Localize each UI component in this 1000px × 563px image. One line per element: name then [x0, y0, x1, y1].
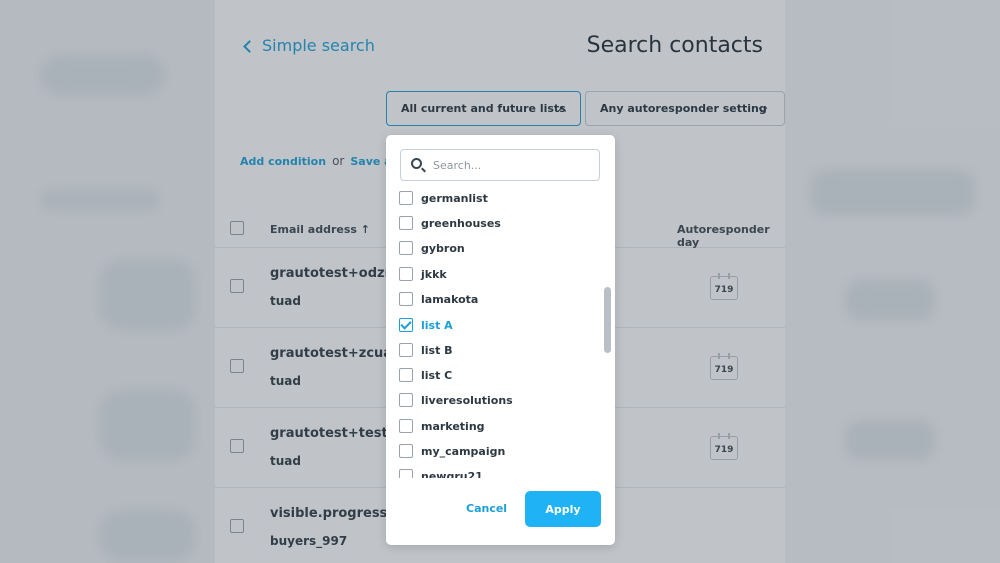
list-item-checkbox[interactable] [399, 216, 413, 230]
dropdown-search-input[interactable] [433, 158, 593, 172]
list-item-clip: newgru21 [386, 466, 601, 478]
list-item-jkkk[interactable]: jkkk [399, 264, 447, 284]
list-item-checkbox[interactable] [399, 343, 413, 357]
list-item-list-b[interactable]: list B [399, 340, 453, 360]
list-item-label: marketing [421, 419, 485, 433]
list-item-gybron[interactable]: gybron [399, 238, 465, 258]
list-item-label: gybron [421, 241, 465, 255]
list-item-checkbox[interactable] [399, 368, 413, 382]
list-item-list-c[interactable]: list C [399, 365, 452, 385]
cancel-button[interactable]: Cancel [466, 502, 507, 515]
apply-button[interactable]: Apply [525, 491, 601, 527]
list-item-greenhouses[interactable]: greenhouses [399, 213, 501, 233]
list-item-checkbox[interactable] [399, 469, 413, 478]
list-item-marketing[interactable]: marketing [399, 416, 485, 436]
list-item-checkbox[interactable] [399, 241, 413, 255]
list-item-checkbox[interactable] [399, 444, 413, 458]
dropdown-scrollbar-thumb[interactable] [604, 287, 611, 353]
list-item-label: liveresolutions [421, 393, 513, 407]
list-item-liveresolutions[interactable]: liveresolutions [399, 390, 513, 410]
list-item-my-campaign[interactable]: my_campaign [399, 441, 505, 461]
list-item-label: germanlist [421, 191, 488, 205]
search-icon [411, 158, 422, 169]
list-item-label: list B [421, 343, 453, 357]
apply-label: Apply [545, 502, 581, 516]
list-item-newgru21[interactable]: newgru21 [399, 466, 483, 478]
list-item-checkbox[interactable] [399, 292, 413, 306]
list-item-checkbox-checked[interactable] [399, 318, 413, 332]
list-item-checkbox[interactable] [399, 267, 413, 281]
list-item-label: newgru21 [421, 469, 483, 479]
dropdown-search-box[interactable] [400, 149, 600, 181]
list-item-list-a[interactable]: list A [399, 315, 453, 335]
list-item-germanlist[interactable]: germanlist [399, 188, 488, 208]
list-item-label: lamakota [421, 292, 479, 306]
list-item-checkbox[interactable] [399, 191, 413, 205]
list-item-label: greenhouses [421, 216, 501, 230]
list-item-label: list C [421, 368, 453, 382]
list-item-checkbox[interactable] [399, 393, 413, 407]
list-item-checkbox[interactable] [399, 419, 413, 433]
list-item-lamakota[interactable]: lamakota [399, 289, 478, 309]
list-item-label: list A [421, 318, 453, 332]
list-item-label: jkkk [421, 267, 447, 281]
list-item-label: my_campaign [421, 444, 506, 458]
